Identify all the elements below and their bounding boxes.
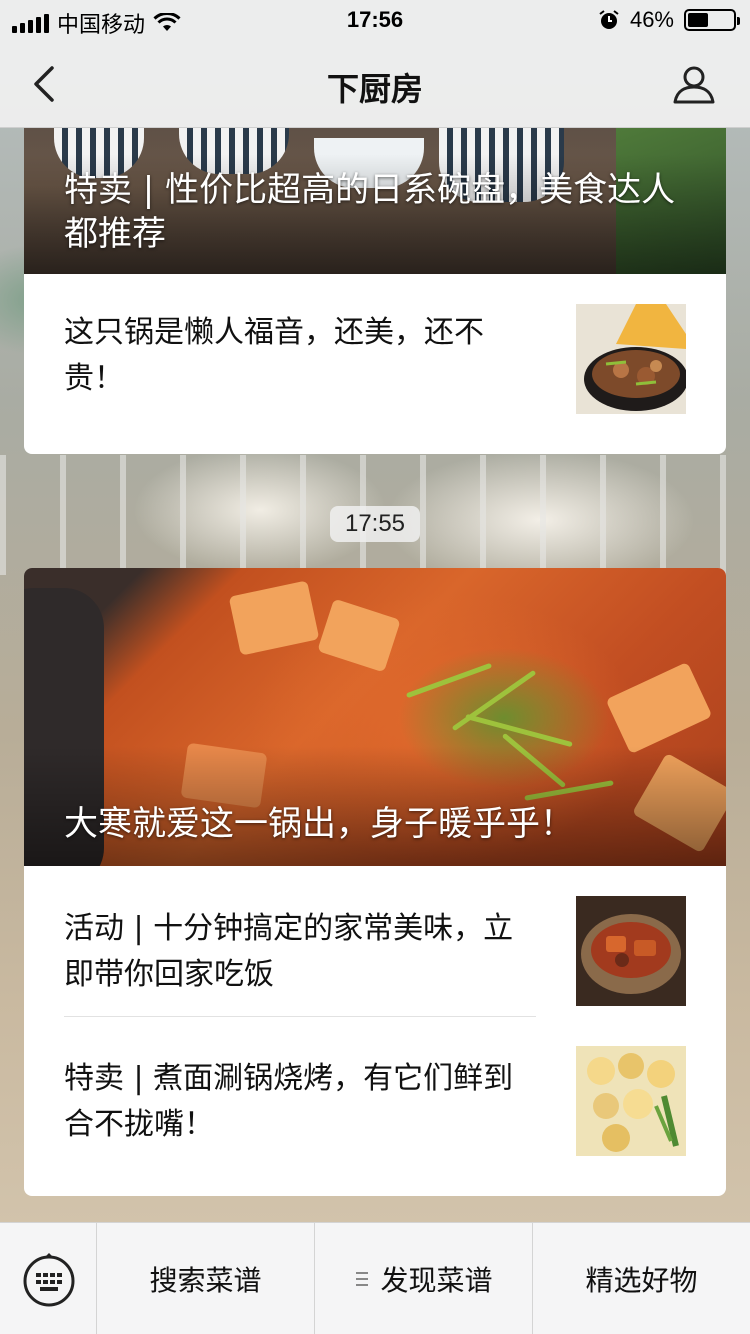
keyboard-toggle-button[interactable] [0, 1223, 97, 1334]
battery-icon [684, 9, 740, 31]
tofu-image [228, 580, 320, 656]
message-timestamp: 17:55 [330, 506, 420, 542]
menu-discover-recipes[interactable]: 发现菜谱 [315, 1223, 533, 1334]
page-title: 下厨房 [326, 70, 423, 108]
battery-cap [737, 17, 740, 25]
battery-percent: 46% [629, 7, 674, 32]
article-cover-title: 大寒就爱这一锅出，身子暖乎乎！ [64, 804, 574, 844]
navigation-bar: 下厨房 [0, 40, 750, 128]
green-onion [465, 713, 573, 748]
article-thumbnail [576, 304, 686, 414]
tofu-image [317, 598, 401, 673]
person-icon[interactable] [672, 64, 716, 104]
bottom-menu: 搜索菜谱 发现菜谱 精选好物 [0, 1222, 750, 1334]
status-right: 46% [598, 7, 740, 33]
menu-label: 发现菜谱 [380, 1264, 493, 1297]
article-item[interactable]: 这只锅是懒人福音，还美，还不贵！ [24, 274, 726, 454]
article-thumbnail [576, 896, 686, 1006]
article-card: 大寒就爱这一锅出，身子暖乎乎！ 活动 | 十分钟搞定的家常美味，立即带你回家吃饭… [24, 568, 726, 1196]
tofu-image [605, 661, 713, 755]
green-onion [405, 662, 493, 699]
status-bar: 中国移动 17:56 46% [0, 0, 750, 40]
article-cover-title: 特卖 | 性价比超高的日系碗盘，美食达人都推荐 [64, 170, 676, 254]
article-item-title: 特卖 | 煮面涮锅烧烤，有它们鲜到合不拢嘴！ [64, 1061, 514, 1142]
keyboard-icon [23, 1253, 75, 1307]
article-item[interactable]: 活动 | 十分钟搞定的家常美味，立即带你回家吃饭 [24, 866, 726, 1016]
alarm-icon [599, 10, 619, 29]
menu-label: 搜索菜谱 [149, 1264, 262, 1297]
menu-featured-goods[interactable]: 精选好物 [533, 1223, 750, 1334]
article-cover[interactable]: 大寒就爱这一锅出，身子暖乎乎！ [24, 568, 726, 866]
submenu-icon [356, 1272, 369, 1286]
article-item-title: 这只锅是懒人福音，还美，还不贵！ [64, 315, 484, 396]
article-thumbnail [576, 1046, 686, 1156]
menu-search-recipes[interactable]: 搜索菜谱 [97, 1223, 315, 1334]
battery-level [688, 13, 709, 27]
article-card: 特卖 | 性价比超高的日系碗盘，美食达人都推荐 这只锅是懒人福音，还美，还不贵！ [24, 128, 726, 454]
article-cover[interactable]: 特卖 | 性价比超高的日系碗盘，美食达人都推荐 [24, 128, 726, 274]
article-item-title: 活动 | 十分钟搞定的家常美味，立即带你回家吃饭 [64, 911, 514, 992]
menu-label: 精选好物 [585, 1264, 698, 1297]
article-item[interactable]: 特卖 | 煮面涮锅烧烤，有它们鲜到合不拢嘴！ [24, 1016, 726, 1166]
